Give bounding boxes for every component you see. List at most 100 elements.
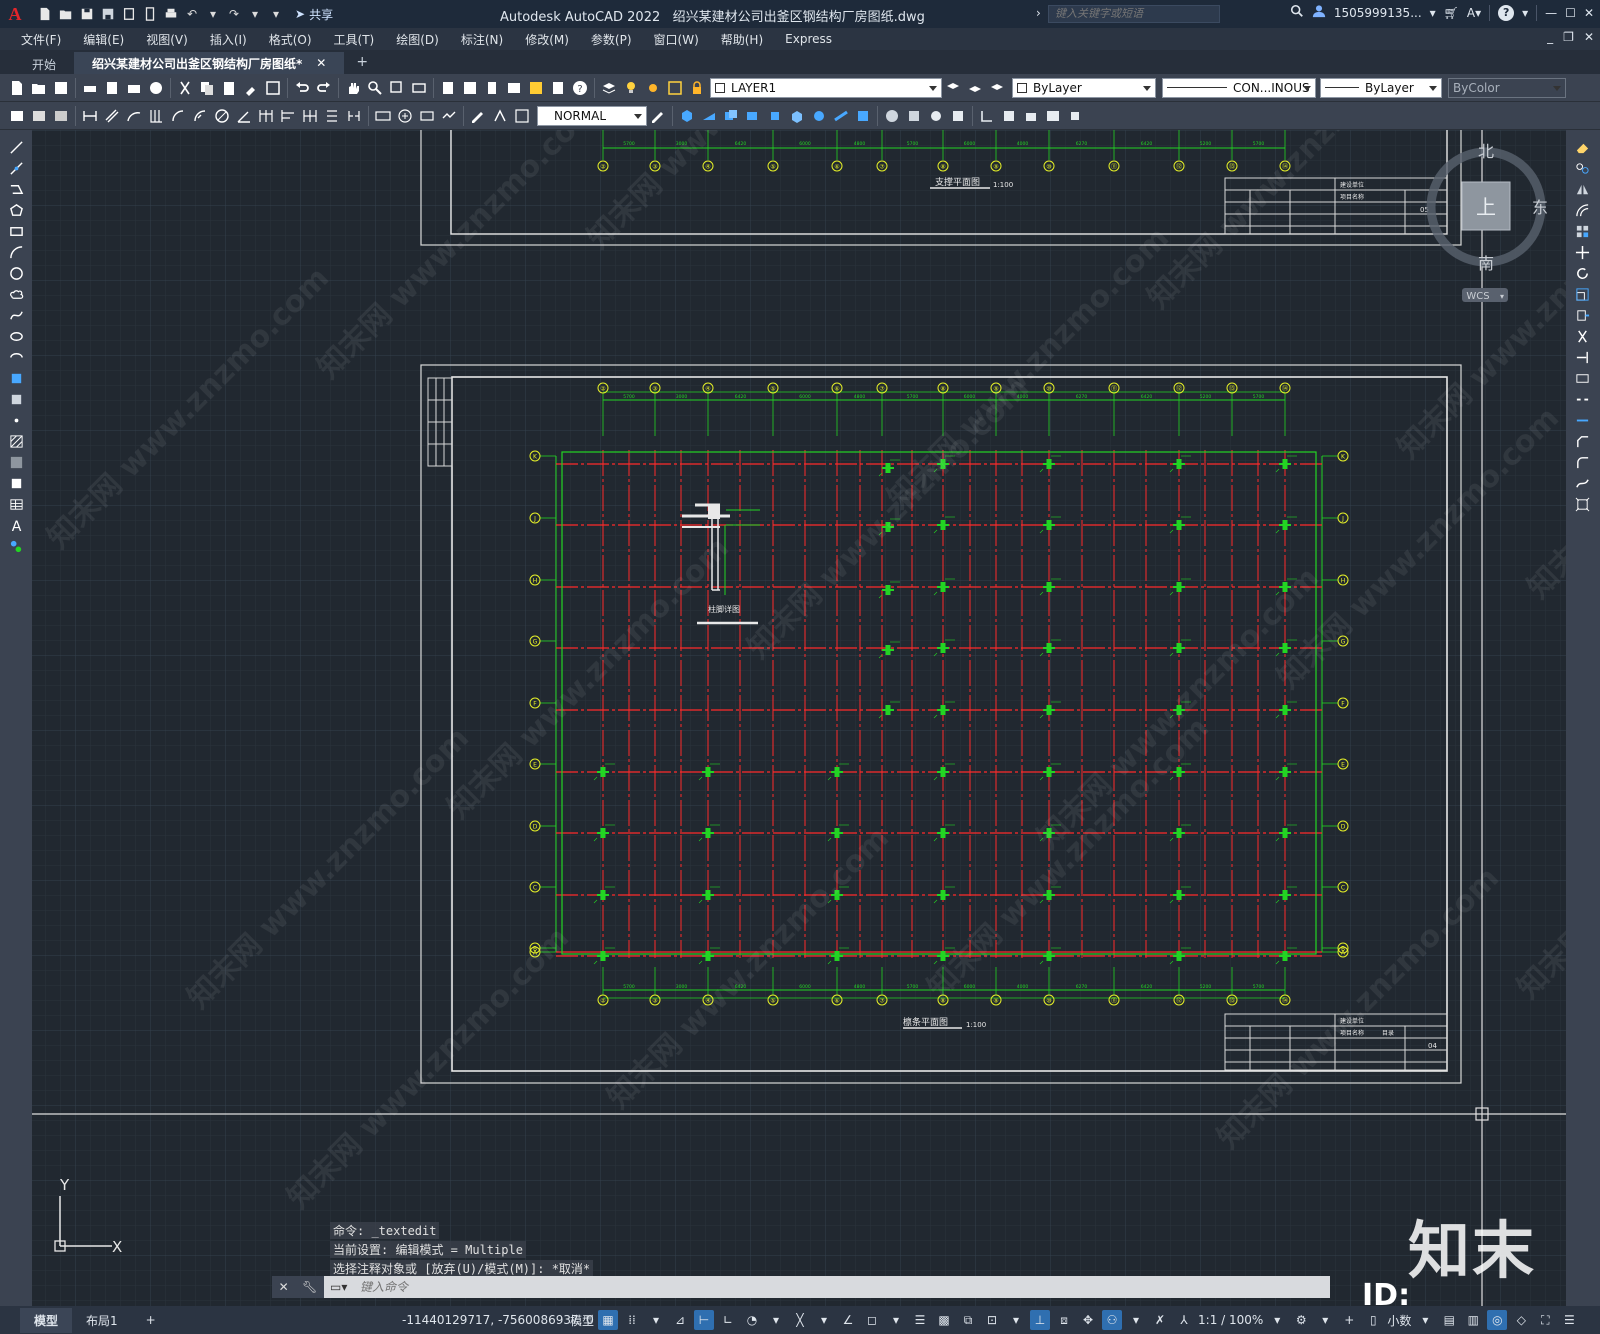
scale-icon[interactable]: [1570, 284, 1594, 304]
ucs-view-icon[interactable]: [1043, 106, 1063, 126]
ucs-world-icon[interactable]: [999, 106, 1019, 126]
visual-style-icon[interactable]: [882, 106, 902, 126]
workspace-dropdown-icon[interactable]: ▾: [1315, 1310, 1335, 1330]
viewcube-north[interactable]: 北: [1478, 142, 1494, 161]
qnew-icon[interactable]: [7, 78, 27, 98]
customization-icon[interactable]: ☰: [1559, 1310, 1579, 1330]
chamfer-icon[interactable]: [1570, 431, 1594, 451]
annotation-scale-value[interactable]: 1:1 / 100%: [1198, 1313, 1263, 1327]
menu-draw[interactable]: 绘图(D): [385, 31, 450, 48]
baseline-dimension-icon[interactable]: [278, 106, 298, 126]
autodesk-a360-icon[interactable]: A▾: [1467, 6, 1481, 20]
jogged-linear-icon[interactable]: [439, 106, 459, 126]
isolate-objects-icon[interactable]: ◎: [1487, 1310, 1508, 1330]
plot-preview-icon[interactable]: [102, 78, 122, 98]
menu-express[interactable]: Express: [774, 32, 843, 46]
menu-format[interactable]: 格式(O): [258, 31, 323, 48]
model-space-toggle[interactable]: 模型: [570, 1312, 594, 1329]
command-input[interactable]: [352, 1280, 1252, 1294]
table-style-icon[interactable]: [51, 106, 71, 126]
wcs-dropdown-icon[interactable]: ▾: [1500, 292, 1504, 301]
arc-length-icon[interactable]: [124, 106, 144, 126]
move-icon[interactable]: [1570, 242, 1594, 262]
workspace-icon[interactable]: [7, 106, 27, 126]
diameter-dimension-icon[interactable]: [212, 106, 232, 126]
tab-layout1[interactable]: 布局1: [72, 1308, 132, 1333]
command-customize-icon[interactable]: 🔧︎: [302, 1280, 317, 1294]
properties-icon[interactable]: [438, 78, 458, 98]
annotation-scale-icon[interactable]: ⅄: [1174, 1310, 1194, 1330]
doc-restore-icon[interactable]: ❐: [1563, 30, 1574, 44]
quick-properties-icon[interactable]: ▤: [1439, 1310, 1459, 1330]
cut-icon[interactable]: [175, 78, 195, 98]
revolve-icon[interactable]: [809, 106, 829, 126]
new-tab-button[interactable]: +: [344, 50, 380, 74]
make-block-icon[interactable]: [4, 389, 28, 409]
markup-icon[interactable]: [526, 78, 546, 98]
coordinates-readout[interactable]: -11440129717, -7560086937, 0: [402, 1313, 594, 1327]
zoom-window-icon[interactable]: [387, 78, 407, 98]
point-icon[interactable]: [4, 410, 28, 430]
offset-icon[interactable]: [1570, 200, 1594, 220]
doc-minimize-icon[interactable]: _: [1547, 30, 1553, 44]
command-recent-icon[interactable]: ▭▾: [324, 1280, 352, 1294]
paste-icon[interactable]: [219, 78, 239, 98]
dim-style-icon[interactable]: [29, 106, 49, 126]
ucs-icon[interactable]: [977, 106, 997, 126]
match-properties-icon[interactable]: [241, 78, 261, 98]
gradient-icon[interactable]: [4, 452, 28, 472]
center-mark-icon[interactable]: [395, 106, 415, 126]
selection-cycling-icon[interactable]: ⧉: [958, 1310, 978, 1330]
add-selected-icon[interactable]: [4, 536, 28, 556]
ellipse-arc-icon[interactable]: [4, 347, 28, 367]
help-icon[interactable]: ?: [1498, 4, 1515, 21]
jogged-dimension-icon[interactable]: [190, 106, 210, 126]
pan-icon[interactable]: [343, 78, 363, 98]
save-icon[interactable]: [78, 5, 96, 23]
grid-icon[interactable]: ▦: [598, 1310, 619, 1330]
ordinate-dimension-icon[interactable]: [146, 106, 166, 126]
isodraft-dropdown-icon[interactable]: ▾: [814, 1310, 834, 1330]
arc-icon[interactable]: [4, 242, 28, 262]
tool-palettes-icon[interactable]: [482, 78, 502, 98]
erase-icon[interactable]: [1570, 137, 1594, 157]
copy-object-icon[interactable]: [1570, 158, 1594, 178]
infer-constraints-icon[interactable]: ⊿: [670, 1310, 690, 1330]
new-icon[interactable]: [36, 5, 54, 23]
user-icon[interactable]: [1312, 4, 1326, 21]
continue-dimension-icon[interactable]: [300, 106, 320, 126]
layer-dropdown[interactable]: LAYER1: [710, 77, 942, 98]
inspect-icon[interactable]: [417, 106, 437, 126]
layer-lock-icon[interactable]: [687, 78, 707, 98]
blend-curves-icon[interactable]: [1570, 473, 1594, 493]
color-dropdown[interactable]: ByLayer: [1012, 77, 1156, 98]
dynamic-ucs-icon[interactable]: ⊥: [1030, 1310, 1051, 1330]
dynamic-input-icon[interactable]: ⊢: [694, 1310, 715, 1330]
annotation-visibility-dropdown-icon[interactable]: ▾: [1126, 1310, 1146, 1330]
rectangle-icon[interactable]: [4, 221, 28, 241]
viewcube-south[interactable]: 南: [1478, 254, 1494, 273]
undo-icon[interactable]: ↶: [183, 5, 201, 23]
help-icon[interactable]: ?: [570, 78, 590, 98]
solid-wedge-icon[interactable]: [699, 106, 719, 126]
redo-dropdown-icon[interactable]: ▾: [246, 5, 264, 23]
circle-icon[interactable]: [4, 263, 28, 283]
undo-dropdown-icon[interactable]: ▾: [204, 5, 222, 23]
solid-box-icon[interactable]: [677, 106, 697, 126]
share-drawing-icon[interactable]: [141, 5, 159, 23]
drawing-canvas[interactable]: ② 5700 ③ 3000 ④ 6420 ⑤ 6000 ⑥ 4800 ⑦ 5700 ⑧ 6000 ⑨ 4000…: [0, 130, 1600, 1306]
viewcube-east[interactable]: 东: [1532, 198, 1548, 217]
search-icon[interactable]: [1290, 4, 1304, 21]
menu-window[interactable]: 窗口(W): [643, 31, 710, 48]
drawing-area[interactable]: ② 5700 ③ 3000 ④ 6420 ⑤ 6000 ⑥ 4800 ⑦ 5700 ⑧ 6000 ⑨ 4000…: [0, 130, 1600, 1306]
layer-previous-icon[interactable]: [965, 78, 985, 98]
object-snap-tracking-icon[interactable]: ∠: [838, 1310, 858, 1330]
selection-filter-icon[interactable]: ⧈: [1054, 1310, 1074, 1330]
search-input[interactable]: [1048, 5, 1220, 23]
polygon-icon[interactable]: [4, 200, 28, 220]
extrude-icon[interactable]: [787, 106, 807, 126]
undo-icon[interactable]: [292, 78, 312, 98]
construction-line-icon[interactable]: [4, 158, 28, 178]
3d-osnap-icon[interactable]: ⊡: [982, 1310, 1002, 1330]
extend-icon[interactable]: [1570, 347, 1594, 367]
